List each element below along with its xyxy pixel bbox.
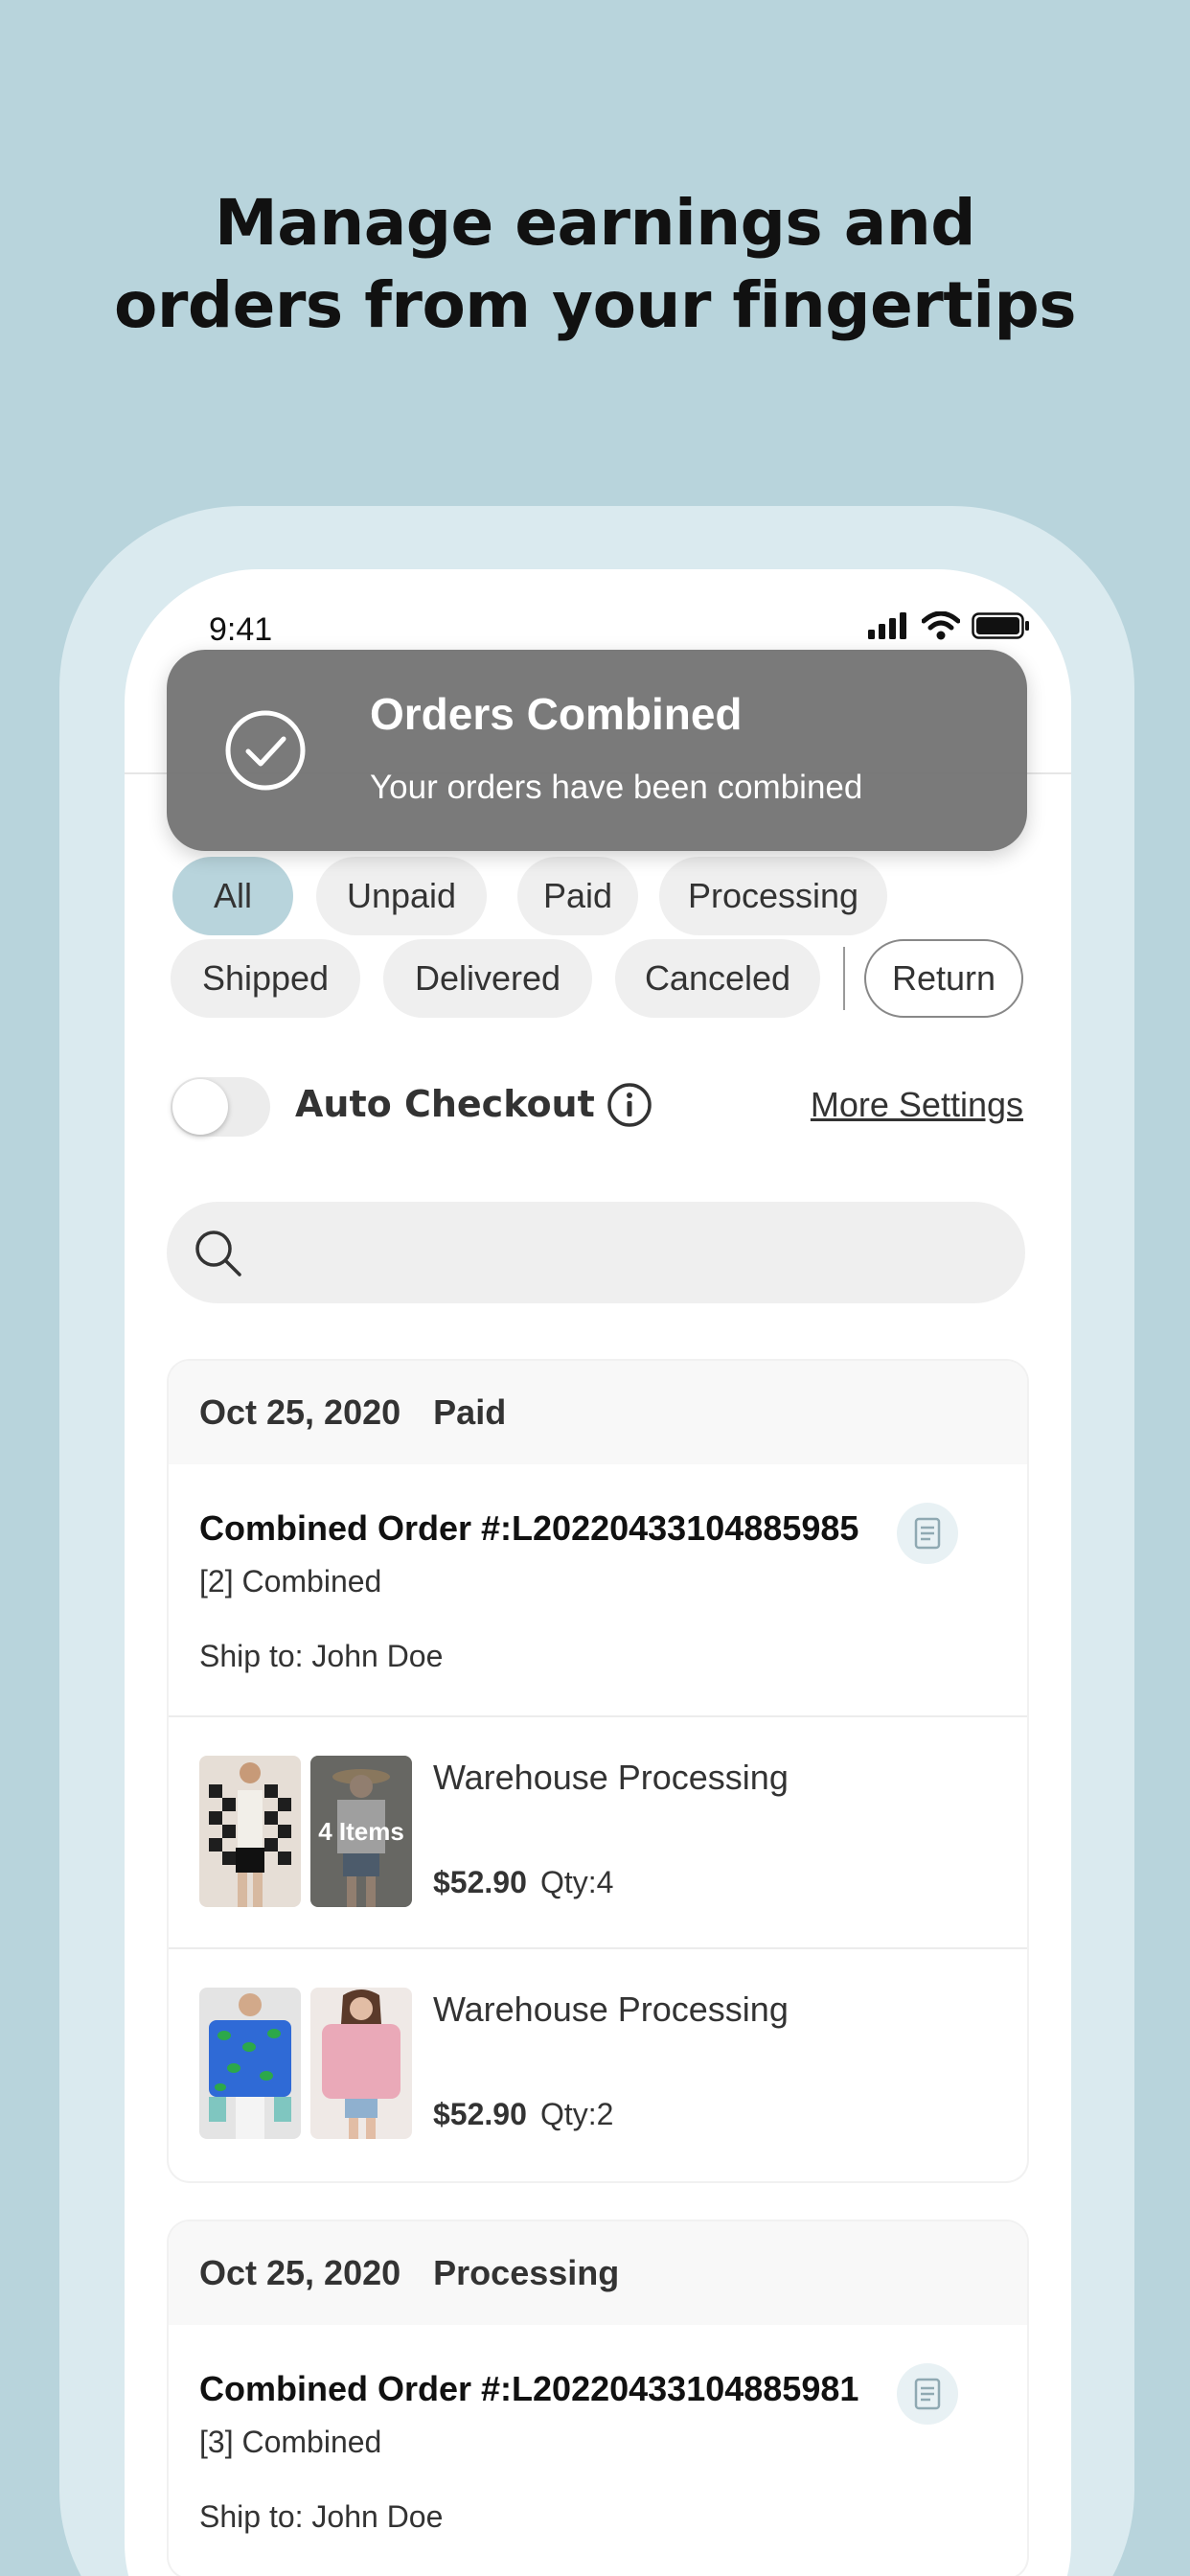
check-circle-icon	[225, 710, 306, 791]
search-input[interactable]	[167, 1202, 1025, 1303]
filter-chip-delivered[interactable]: Delivered	[383, 939, 592, 1018]
filter-chip-paid[interactable]: Paid	[517, 857, 638, 935]
marketing-headline: Manage earnings and orders from your fin…	[0, 182, 1190, 347]
product-image-leopard-sweater	[199, 1988, 301, 2139]
item-price: $52.90	[433, 2097, 527, 2131]
filter-chip-processing[interactable]: Processing	[659, 857, 887, 935]
info-icon[interactable]	[606, 1081, 653, 1129]
combined-count: [3] Combined	[199, 2425, 382, 2459]
filter-chip-shipped[interactable]: Shipped	[171, 939, 360, 1018]
order-info[interactable]: Combined Order #:L20220433104885981 [3] …	[169, 2325, 1027, 2576]
toast-title: Orders Combined	[370, 689, 743, 739]
ship-to: Ship to: John Doe	[199, 2499, 444, 2534]
chip-divider	[843, 947, 845, 1010]
status-icons	[868, 611, 1031, 640]
item-qty: Qty:4	[540, 1865, 614, 1899]
item-price: $52.90	[433, 1865, 527, 1899]
headline-line-2: orders from your fingertips	[113, 268, 1077, 342]
wifi-icon	[922, 611, 960, 640]
order-status: Paid	[433, 1392, 507, 1432]
order-info[interactable]: Combined Order #:L20220433104885985 [2] …	[169, 1464, 1027, 1717]
product-image-white-blouse: 4 Items	[310, 1756, 412, 1907]
order-card: Oct 25, 2020 Processing Combined Order #…	[169, 2221, 1027, 2576]
copy-order-button[interactable]	[897, 1503, 958, 1564]
item-status: Warehouse Processing	[433, 1990, 789, 2029]
combined-count: [2] Combined	[199, 1564, 382, 1598]
document-icon	[914, 2378, 941, 2410]
headline-line-1: Manage earnings and	[215, 186, 975, 260]
items-count-overlay: 4 Items	[310, 1756, 412, 1907]
item-status: Warehouse Processing	[433, 1758, 789, 1797]
search-icon	[195, 1230, 241, 1276]
document-icon	[914, 1517, 941, 1550]
toast-notification: Orders Combined Your orders have been co…	[167, 650, 1027, 851]
copy-order-button[interactable]	[897, 2363, 958, 2425]
list-item[interactable]: Warehouse Processing $52.90 Qty:2	[169, 1949, 1027, 2181]
filter-chip-canceled[interactable]: Canceled	[615, 939, 820, 1018]
order-date: Oct 25, 2020	[199, 2253, 401, 2292]
filter-chip-return[interactable]: Return	[864, 939, 1023, 1018]
order-number: Combined Order #:L20220433104885981	[199, 2369, 859, 2408]
toast-message: Your orders have been combined	[370, 769, 863, 806]
auto-checkout-toggle[interactable]	[171, 1077, 270, 1137]
status-time: 9:41	[209, 611, 273, 648]
battery-icon	[972, 612, 1029, 639]
order-card-header: Oct 25, 2020 Paid	[169, 1361, 1027, 1464]
filter-chip-unpaid[interactable]: Unpaid	[316, 857, 487, 935]
more-settings-link[interactable]: More Settings	[811, 1085, 1023, 1125]
toggle-knob	[172, 1079, 228, 1135]
product-image-pink-sweater	[310, 1988, 412, 2139]
item-qty: Qty:2	[540, 2097, 614, 2131]
filter-chip-all[interactable]: All	[172, 857, 293, 935]
auto-checkout-label: Auto Checkout	[295, 1083, 595, 1125]
order-date: Oct 25, 2020	[199, 1392, 401, 1432]
signal-icon	[868, 612, 906, 639]
product-image-checkered-cardigan	[199, 1756, 301, 1907]
ship-to: Ship to: John Doe	[199, 1639, 444, 1673]
list-item[interactable]: 4 Items Warehouse Processing $52.90 Qty:…	[169, 1717, 1027, 1949]
order-card: Oct 25, 2020 Paid Combined Order #:L2022…	[169, 1361, 1027, 2181]
order-card-header: Oct 25, 2020 Processing	[169, 2221, 1027, 2325]
order-number: Combined Order #:L20220433104885985	[199, 1508, 859, 1548]
phone-screen: 9:41 All Unpaid Paid Processing Shipped …	[125, 569, 1071, 2576]
order-status: Processing	[433, 2253, 620, 2292]
